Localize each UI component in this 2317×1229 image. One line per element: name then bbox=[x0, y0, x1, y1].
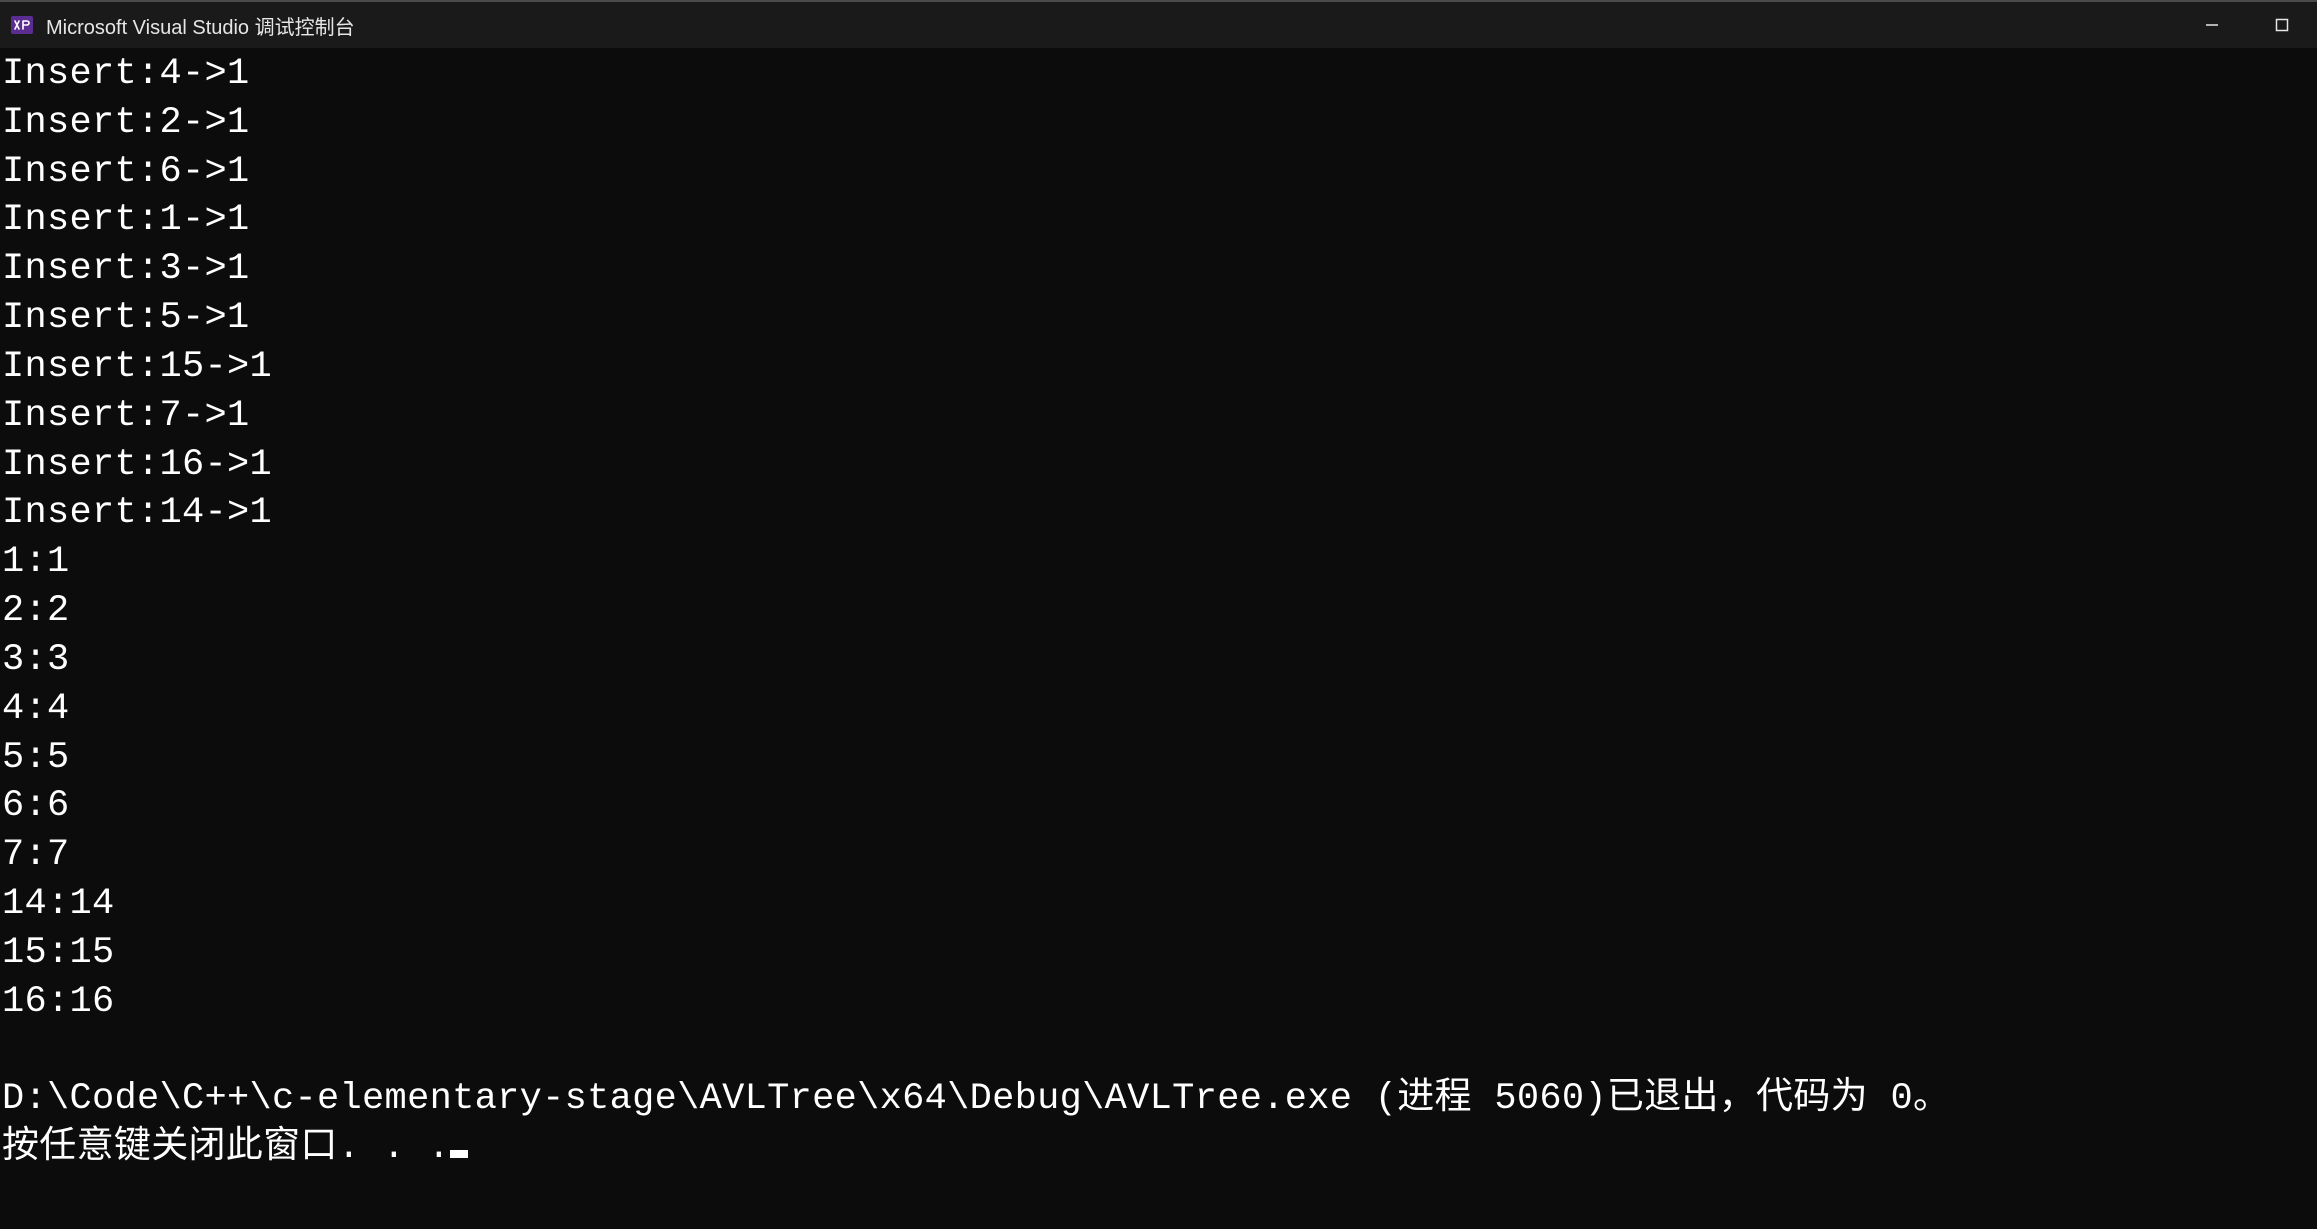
console-line: Insert:3->1 bbox=[2, 248, 250, 290]
console-line: 4:4 bbox=[2, 688, 70, 730]
console-line: 5:5 bbox=[2, 737, 70, 779]
console-line: Insert:4->1 bbox=[2, 53, 250, 95]
console-line: Insert:7->1 bbox=[2, 395, 250, 437]
console-line: Insert:5->1 bbox=[2, 297, 250, 339]
titlebar[interactable]: Microsoft Visual Studio 调试控制台 bbox=[0, 0, 2317, 48]
console-line: Insert:16->1 bbox=[2, 444, 272, 486]
console-line: 6:6 bbox=[2, 785, 70, 827]
console-line: 2:2 bbox=[2, 590, 70, 632]
minimize-button[interactable] bbox=[2177, 1, 2247, 49]
console-line: 1:1 bbox=[2, 541, 70, 583]
console-line: Insert:14->1 bbox=[2, 492, 272, 534]
console-line: 15:15 bbox=[2, 932, 115, 974]
console-line: D:\Code\C++\c-elementary-stage\AVLTree\x… bbox=[2, 1078, 1950, 1120]
console-line: 7:7 bbox=[2, 834, 70, 876]
console-line: 14:14 bbox=[2, 883, 115, 925]
console-output: Insert:4->1 Insert:2->1 Insert:6->1 Inse… bbox=[0, 48, 2317, 1173]
console-line: 16:16 bbox=[2, 981, 115, 1023]
console-line: Insert:6->1 bbox=[2, 151, 250, 193]
console-line: Insert:15->1 bbox=[2, 346, 272, 388]
console-line: 3:3 bbox=[2, 639, 70, 681]
vs-icon bbox=[10, 13, 34, 37]
maximize-button[interactable] bbox=[2247, 1, 2317, 49]
window-title: Microsoft Visual Studio 调试控制台 bbox=[46, 11, 355, 40]
console-line: Insert:1->1 bbox=[2, 199, 250, 241]
console-line: Insert:2->1 bbox=[2, 102, 250, 144]
cursor-icon bbox=[450, 1150, 468, 1158]
console-line: 按任意键关闭此窗口. . . bbox=[2, 1127, 450, 1169]
